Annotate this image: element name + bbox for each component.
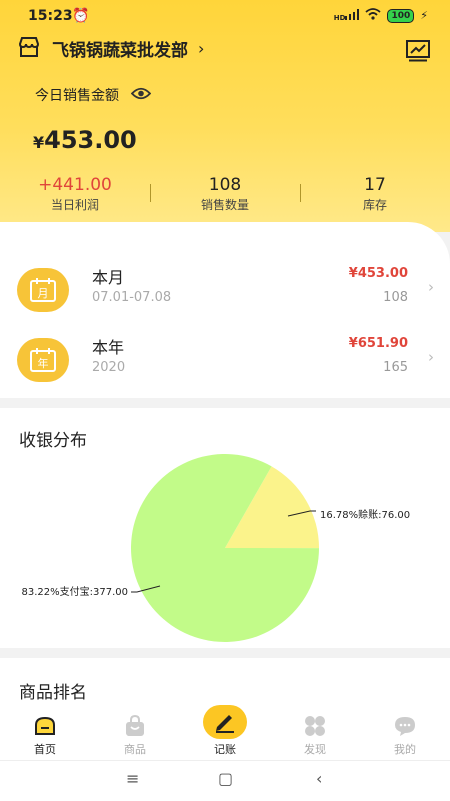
battery-icon: 100: [387, 8, 415, 23]
tab-discover[interactable]: 发现: [270, 705, 360, 757]
tab-label: 首页: [34, 743, 56, 756]
tab-home[interactable]: 首页: [0, 705, 90, 757]
period-amount: ¥453.00: [348, 266, 408, 281]
period-title: 本月: [92, 268, 125, 287]
store-icon: [18, 36, 40, 61]
tab-bookkeeping[interactable]: [203, 705, 247, 739]
tab-mine[interactable]: 我的: [360, 705, 450, 757]
sales-amount-value: 453.00: [44, 126, 137, 154]
svg-text:月: 月: [38, 287, 49, 300]
stat-inventory-value: 17: [364, 175, 386, 195]
store-selector[interactable]: 飞锅锅蔬菜批发部 ›: [18, 36, 204, 61]
report-chart-button[interactable]: [406, 40, 430, 66]
stat-inventory-label: 库存: [362, 198, 387, 212]
store-name: 飞锅锅蔬菜批发部: [52, 41, 188, 61]
currency-symbol: ¥: [33, 133, 45, 152]
status-bar: 15:23 ⏰ HD 100 ⚡: [0, 0, 450, 32]
period-summary-card: 月 本月 07.01-07.08 ¥453.00 108 › 年 本年 2020…: [0, 222, 450, 398]
period-row-month[interactable]: 月 本月 07.01-07.08 ¥453.00 108 ›: [0, 258, 450, 322]
stat-inventory[interactable]: 17 库存: [300, 174, 450, 214]
discover-grid-icon: [270, 714, 360, 738]
wifi-icon: [365, 8, 382, 23]
home-button-icon[interactable]: ▢: [218, 769, 233, 788]
system-nav-bar: ≡ ▢ ‹: [0, 760, 450, 801]
period-amount: ¥651.90: [348, 336, 408, 351]
stat-profit-label: 当日利润: [50, 198, 99, 212]
stat-sales-qty-label: 销售数量: [200, 198, 249, 212]
pie-chart: 16.78%赊账:76.00 83.22%支付宝:377.00: [22, 454, 410, 642]
period-row-year[interactable]: 年 本年 2020 ¥651.90 165 ›: [0, 328, 450, 392]
period-range: 2020: [92, 360, 126, 375]
pen-icon: [216, 715, 234, 733]
home-icon: [0, 714, 90, 738]
stat-sales-qty-value: 108: [208, 175, 242, 195]
chevron-right-icon: ›: [428, 348, 434, 366]
stat-profit[interactable]: +441.00 当日利润: [0, 174, 150, 214]
pie-label: 83.22%支付宝:377.00: [22, 585, 129, 598]
period-count: 108: [383, 290, 408, 305]
sales-label: 今日销售金额: [35, 85, 152, 105]
tab-label: 我的: [394, 743, 416, 756]
chevron-right-icon: ›: [198, 39, 205, 58]
svg-text:年: 年: [38, 356, 49, 370]
status-icons: HD 100 ⚡: [334, 8, 428, 23]
alarm-icon: ⏰: [72, 8, 90, 24]
chat-bubble-icon: [360, 714, 450, 738]
sales-label-text: 今日销售金额: [35, 88, 119, 104]
chevron-right-icon: ›: [428, 278, 434, 296]
period-range: 07.01-07.08: [92, 290, 172, 305]
status-time: 15:23: [28, 8, 73, 24]
stat-sales-qty[interactable]: 108 销售数量: [150, 174, 300, 214]
period-title: 本年: [92, 338, 125, 357]
cash-distribution-card: 收银分布 16.78%赊账:76.00 83.22%支付宝:377.00: [0, 408, 450, 648]
eye-icon[interactable]: [130, 87, 152, 104]
back-icon[interactable]: ‹: [316, 769, 322, 788]
tab-label: 记账: [214, 743, 236, 756]
tab-label: 商品: [124, 743, 146, 756]
calendar-month-icon: 月: [17, 268, 69, 312]
pie-label: 16.78%赊账:76.00: [320, 508, 410, 521]
tab-label: 发现: [304, 743, 326, 756]
section-title: 商品排名: [19, 683, 87, 703]
calendar-year-icon: 年: [17, 338, 69, 382]
menu-icon[interactable]: ≡: [126, 769, 139, 788]
line-chart-icon: [406, 40, 430, 62]
signal-icon: HD: [334, 8, 360, 23]
period-count: 165: [383, 360, 408, 375]
stat-profit-value: +441.00: [38, 175, 112, 195]
today-stats: +441.00 当日利润 108 销售数量 17 库存: [0, 174, 450, 216]
charging-icon: ⚡: [420, 9, 428, 22]
product-ranking-card: 商品排名: [0, 658, 450, 705]
sales-amount: ¥453.00: [33, 126, 137, 154]
shopping-bag-icon: [90, 714, 180, 738]
tab-products[interactable]: 商品: [90, 705, 180, 757]
